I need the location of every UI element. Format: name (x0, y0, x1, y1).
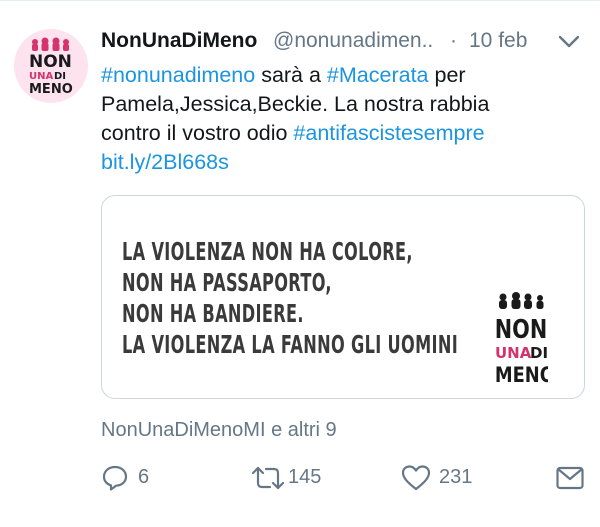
card-logo-word-di: DI (530, 344, 548, 362)
direct-message-icon (556, 466, 584, 490)
logo-word-non: NON (29, 52, 72, 72)
text-fragment: sarà a (255, 63, 327, 87)
tweet-text-line-4: bit.ly/2Bl668s (101, 148, 571, 177)
reply-icon (102, 465, 128, 491)
separator-dot: · (450, 29, 457, 52)
reply-button[interactable]: 6 (101, 458, 161, 498)
author-name[interactable]: NonUnaDiMeno (101, 29, 257, 53)
retweeted-by[interactable]: NonUnaDiMenoMI e altri 9 (101, 419, 337, 442)
tweet-date[interactable]: 10 feb (469, 29, 527, 53)
tweet-text-line-1: #nonunadimeno sarà a #Macerata per (101, 61, 571, 90)
card-line-1: LA VIOLENZA NON HA COLORE, (122, 237, 413, 266)
avatar[interactable]: NON UNA DI MENO (14, 29, 88, 103)
like-button[interactable]: 231 (401, 458, 491, 498)
retweet-button[interactable]: 145 (251, 458, 341, 498)
tweet-text: #nonunadimeno sarà a #Macerata per Pamel… (101, 61, 571, 177)
card-line-2: NON HA PASSAPORTO, (122, 268, 332, 297)
retweet-icon (251, 466, 285, 490)
direct-message-button[interactable] (555, 458, 585, 498)
logo-word-di: DI (54, 71, 66, 82)
chevron-down-icon[interactable] (557, 33, 581, 51)
hashtag-macerata[interactable]: #Macerata (327, 63, 429, 87)
tweet-text-line-2: Pamela,Jessica,Beckie. La nostra rabbia (101, 92, 490, 116)
logo-word-meno: MENO (29, 82, 73, 97)
tweet-header: NonUnaDiMeno @nonunadimen.. · 10 feb (101, 29, 581, 59)
card-logo-word-non: NON (495, 314, 547, 345)
text-fragment: per (428, 63, 466, 87)
author-handle[interactable]: @nonunadimen.. (273, 29, 433, 53)
card-logo-icon: NON UNA DI MENO (495, 292, 548, 388)
card-logo-word-meno: MENO (495, 363, 548, 388)
card-slogan: LA VIOLENZA NON HA COLORE, NON HA PASSAP… (122, 236, 458, 360)
card-logo-word-una: UNA (495, 344, 532, 362)
action-bar: 6 145 231 (101, 458, 591, 498)
heart-icon (401, 465, 431, 491)
card-line-4: LA VIOLENZA LA FANNO GLI UOMINI (122, 330, 459, 359)
tweet-text-line-3: contro il vostro odio #antifascistesempr… (101, 119, 571, 148)
nonunadimeno-logo-icon: NON UNA DI MENO (29, 37, 73, 97)
reply-count: 6 (138, 466, 150, 488)
hashtag-nonunadimeno[interactable]: #nonunadimeno (101, 63, 255, 87)
shortened-link[interactable]: bit.ly/2Bl668s (101, 150, 229, 174)
hashtag-antifascistesempre[interactable]: #antifascistesempre (293, 121, 484, 145)
card-line-3: NON HA BANDIERE. (122, 299, 304, 328)
retweet-count: 145 (288, 466, 322, 488)
logo-word-una: UNA (29, 71, 53, 82)
tweet[interactable]: NON UNA DI MENO NonUnaDiMeno @nonunadime… (0, 0, 600, 527)
like-count: 231 (439, 466, 473, 488)
text-fragment: contro il vostro odio (101, 121, 294, 145)
link-card[interactable]: LA VIOLENZA NON HA COLORE, NON HA PASSAP… (101, 195, 585, 399)
